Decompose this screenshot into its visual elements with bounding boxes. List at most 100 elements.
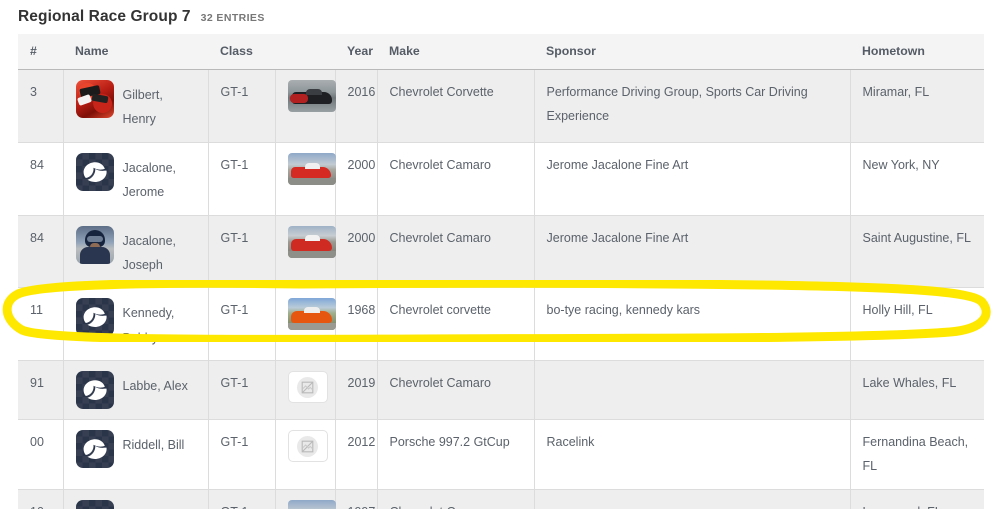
driver-avatar-helmet-icon[interactable] <box>75 499 114 509</box>
driver-name: Jacalone, Jerome <box>122 160 177 200</box>
driver-name: Kennedy, Bobby <box>122 306 175 345</box>
driver-name: Labbe, Alex <box>122 379 188 393</box>
car-thumbnail-image[interactable] <box>287 298 336 331</box>
driver-name: Gilbert, Henry <box>122 88 163 127</box>
cell-hometown: Saint Augustine, FL <box>850 215 984 289</box>
cell-sponsor: Racelink <box>534 419 851 490</box>
car-thumbnail-image[interactable] <box>287 152 336 185</box>
entries-table: # Name Class Year Make Sponsor Hometown … <box>18 34 984 509</box>
car-thumbnail-image[interactable] <box>287 225 336 258</box>
cell-name: Seay, Michael <box>63 489 209 509</box>
entries-count-badge: 32 ENTRIES <box>200 12 265 24</box>
cell-make: Chevrolet Camaro <box>377 215 535 289</box>
cell-car-image <box>275 489 336 509</box>
page-header: Regional Race Group 7 32 ENTRIES <box>18 8 265 26</box>
driver-name: Seay, Michael <box>123 500 198 509</box>
table-row[interactable]: 3 Gilbert, Henry GT-1 2016 Chevrolet Corvett… <box>18 69 984 143</box>
cell-hometown: Longwood, FL <box>850 489 984 509</box>
cell-hometown: Fernandina Beach, FL <box>850 419 984 490</box>
cell-make: Chevrolet Camaro <box>377 360 535 420</box>
cell-class: GT-1 <box>208 142 276 216</box>
cell-hometown: New York, NY <box>850 142 984 216</box>
cell-number: 84 <box>18 215 64 289</box>
entries-page: Regional Race Group 7 32 ENTRIES # Name … <box>0 0 994 509</box>
column-header-class[interactable]: Class <box>208 34 275 70</box>
cell-class: GT-1 <box>208 360 276 420</box>
table-row[interactable]: 11 Kennedy, Bobby GT-1 1968 Chevrolet corvet… <box>18 287 984 361</box>
cell-year: 2000 <box>335 215 378 289</box>
column-header-year[interactable]: Year <box>335 34 377 70</box>
cell-car-image <box>275 360 336 420</box>
cell-sponsor <box>534 489 851 509</box>
page-title: Regional Race Group 7 <box>18 8 191 25</box>
column-header-number[interactable]: # <box>18 34 63 70</box>
column-header-make[interactable]: Make <box>377 34 534 70</box>
table-row[interactable]: 91 Labbe, Alex GT-1 2019 Chevrolet Camaro Lak… <box>18 360 984 420</box>
table-row[interactable]: 10 Seay, Michael GT-1 1997Chevrolet Camaro L… <box>18 489 984 509</box>
driver-avatar-photo[interactable] <box>75 80 114 118</box>
cell-class: GT-1 <box>208 489 276 509</box>
table-row[interactable]: 00 Riddell, Bill GT-1 2012 Porsche 997.2 GtC… <box>18 419 984 490</box>
car-thumbnail-image[interactable] <box>287 80 336 112</box>
cell-make: Chevrolet Camaro <box>377 142 535 216</box>
cell-number: 10 <box>18 489 64 509</box>
entries-table-container: # Name Class Year Make Sponsor Hometown … <box>18 34 984 509</box>
cell-sponsor: bo-tye racing, kennedy kars <box>534 287 851 361</box>
cell-year: 2019 <box>335 360 378 420</box>
cell-hometown: Miramar, FL <box>850 69 984 143</box>
column-header-hometown[interactable]: Hometown <box>850 34 984 70</box>
no-image-icon <box>297 376 318 398</box>
cell-number: 00 <box>18 419 64 490</box>
car-thumbnail-image[interactable] <box>287 499 336 509</box>
cell-make: Chevrolet corvette <box>377 287 535 361</box>
cell-number: 91 <box>18 360 64 420</box>
car-image-placeholder-icon[interactable] <box>287 371 328 403</box>
cell-number: 3 <box>18 69 64 143</box>
table-body: 3 Gilbert, Henry GT-1 2016 Chevrolet Corvett… <box>18 69 984 509</box>
driver-avatar-photo[interactable] <box>75 225 114 264</box>
cell-class: GT-1 <box>208 287 276 361</box>
driver-name: Jacalone, Joseph <box>122 233 177 272</box>
column-header-name[interactable]: Name <box>63 34 208 70</box>
cell-car-image <box>275 69 336 143</box>
no-image-icon <box>297 435 318 457</box>
cell-name: Kennedy, Bobby <box>63 287 209 361</box>
cell-car-image <box>275 287 336 361</box>
cell-class: GT-1 <box>208 215 276 289</box>
cell-name: Jacalone, Jerome <box>63 142 209 216</box>
cell-class: GT-1 <box>208 419 276 490</box>
cell-sponsor: Jerome Jacalone Fine Art <box>534 142 851 216</box>
cell-hometown: Lake Whales, FL <box>850 360 984 420</box>
cell-make: Chevrolet Camaro <box>377 489 535 509</box>
cell-number: 84 <box>18 142 64 216</box>
cell-year: 2012 <box>335 419 378 490</box>
table-row[interactable]: 84 Jacalone, Jerome GT-1 2000 Chevrolet Cama… <box>18 142 984 216</box>
cell-year: 2000 <box>335 142 378 216</box>
cell-car-image <box>275 142 336 216</box>
table-row[interactable]: 84 Jacalone, Joseph GT-1 2000 Chevrolet Cama… <box>18 215 984 289</box>
cell-sponsor <box>534 360 851 420</box>
cell-sponsor: Performance Driving Group, Sports Car Dr… <box>534 69 851 143</box>
cell-sponsor: Jerome Jacalone Fine Art <box>534 215 851 289</box>
cell-name: Jacalone, Joseph <box>63 215 209 289</box>
driver-avatar-helmet-icon[interactable] <box>75 298 114 337</box>
table-header-row: # Name Class Year Make Sponsor Hometown <box>18 34 984 70</box>
column-header-sponsor[interactable]: Sponsor <box>534 34 850 70</box>
cell-number: 11 <box>18 287 64 361</box>
cell-car-image <box>275 215 336 289</box>
driver-name: Riddell, Bill <box>122 438 185 452</box>
cell-hometown: Holly Hill, FL <box>850 287 984 361</box>
cell-year: 1997 <box>335 489 378 509</box>
cell-name: Gilbert, Henry <box>63 69 209 143</box>
cell-year: 2016 <box>335 69 378 143</box>
cell-year: 1968 <box>335 287 378 361</box>
driver-avatar-helmet-icon[interactable] <box>75 430 114 468</box>
car-image-placeholder-icon[interactable] <box>287 430 328 462</box>
cell-class: GT-1 <box>208 69 276 143</box>
cell-name: Labbe, Alex <box>63 360 209 420</box>
cell-make: Porsche 997.2 GtCup <box>377 419 535 490</box>
cell-make: Chevrolet Corvette <box>377 69 535 143</box>
driver-avatar-helmet-icon[interactable] <box>75 371 114 409</box>
driver-avatar-helmet-icon[interactable] <box>75 152 114 191</box>
cell-name: Riddell, Bill <box>63 419 209 490</box>
